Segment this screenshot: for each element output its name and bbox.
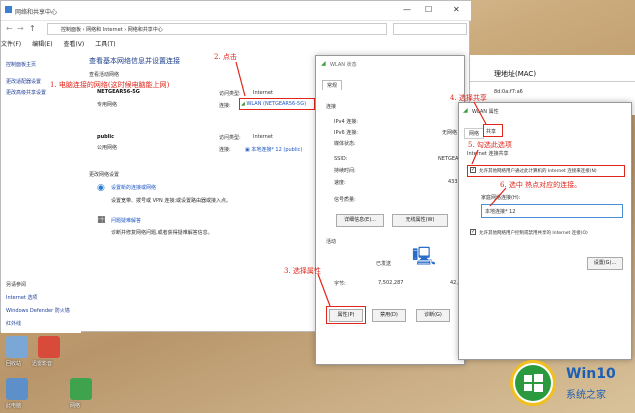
this-pc-icon[interactable] <box>6 378 28 400</box>
network-icon[interactable] <box>70 378 92 400</box>
win10-logo-icon <box>510 360 556 406</box>
this-pc-label: 此电脑 <box>6 403 22 409</box>
recycle-bin-icon[interactable] <box>6 336 28 358</box>
windows-flag-icon <box>515 365 551 401</box>
network-label: 网络 <box>70 403 81 409</box>
logo-subtitle: 系统之家 <box>566 390 606 401</box>
logo-title: Win10 <box>566 366 616 382</box>
annotation-arrows <box>235 61 507 307</box>
recycle-bin-label: 回收站 <box>6 361 22 367</box>
media-player-icon[interactable] <box>38 336 60 358</box>
media-player-label: 迅雷影音 <box>32 361 53 367</box>
